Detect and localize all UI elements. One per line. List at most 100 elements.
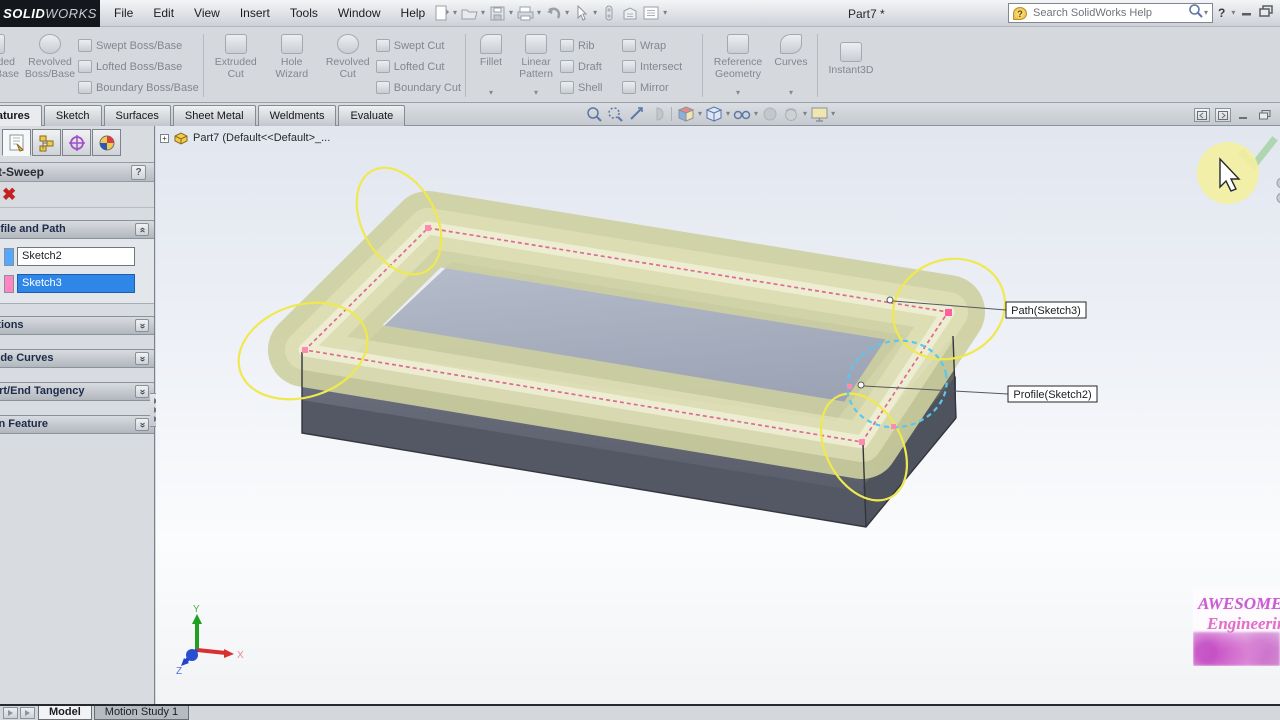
section-options[interactable]: Options »: [0, 316, 154, 335]
boundary-boss-base-button[interactable]: Boundary Boss/Base: [78, 77, 199, 98]
scene-caret[interactable]: ▾: [831, 110, 835, 118]
print-icon[interactable]: [516, 4, 534, 22]
shell-button[interactable]: Shell: [560, 77, 622, 98]
search-scope-caret[interactable]: ▾: [1204, 9, 1208, 17]
app-help-caret[interactable]: ▾: [1231, 9, 1235, 17]
print-caret[interactable]: ▾: [537, 9, 541, 17]
curves-caret[interactable]: ▾: [789, 88, 793, 97]
previous-view-icon[interactable]: [627, 105, 645, 123]
view-orientation-icon[interactable]: [677, 105, 695, 123]
section-guide-curves[interactable]: Guide Curves »: [0, 349, 154, 368]
boundary-cut-button[interactable]: Boundary Cut: [375, 77, 461, 98]
swept-boss-base-button[interactable]: Swept Boss/Base: [78, 35, 199, 56]
shadows-icon[interactable]: [761, 105, 779, 123]
intersect-button[interactable]: Intersect: [622, 56, 698, 77]
fillet-button[interactable]: Fillet ▾: [470, 32, 512, 98]
restore-button[interactable]: [1259, 4, 1274, 22]
section-start-end-tangency[interactable]: Start/End Tangency »: [0, 382, 154, 401]
reference-geometry-caret[interactable]: ▾: [736, 88, 740, 97]
tab-sketch[interactable]: Sketch: [43, 105, 102, 126]
tree-expand-icon[interactable]: +: [160, 133, 169, 143]
mirror-button[interactable]: Mirror: [622, 77, 698, 98]
expand-section-button[interactable]: »: [135, 352, 149, 365]
tab-weldments[interactable]: Weldments: [257, 105, 337, 126]
new-caret[interactable]: ▾: [453, 9, 457, 17]
revolved-boss-base-button[interactable]: Revolved Boss/Base: [22, 32, 78, 98]
search-input[interactable]: Search SolidWorks Help: [1027, 7, 1188, 19]
open-caret[interactable]: ▾: [481, 9, 485, 17]
tab-features[interactable]: Features: [0, 105, 42, 126]
search-help-box[interactable]: ? Search SolidWorks Help ▾: [1008, 3, 1213, 23]
reference-geometry-button[interactable]: Reference Geometry ▾: [707, 32, 769, 98]
pm-help-button[interactable]: ?: [131, 165, 146, 180]
select-icon[interactable]: [572, 4, 590, 22]
app-help-icon[interactable]: ?: [1218, 6, 1225, 20]
extruded-boss-base-button[interactable]: Extruded Boss/Base: [0, 32, 22, 98]
hole-wizard-button[interactable]: Hole Wizard: [264, 32, 320, 98]
menu-tools[interactable]: Tools: [280, 0, 328, 27]
search-icon[interactable]: [1188, 3, 1204, 24]
fillet-caret[interactable]: ▾: [489, 88, 493, 97]
cancel-icon[interactable]: ✖: [2, 185, 16, 205]
collapse-section-button[interactable]: «: [135, 223, 149, 236]
path-selection-field[interactable]: Sketch3: [17, 274, 135, 293]
swept-cut-button[interactable]: Swept Cut: [375, 35, 461, 56]
hide-show-items-icon[interactable]: [733, 105, 751, 123]
hide-show-items-caret[interactable]: ▾: [754, 110, 758, 118]
menu-help[interactable]: Help: [391, 0, 436, 27]
feature-manager-tree-tab[interactable]: [32, 129, 61, 156]
tab-motion-study-1[interactable]: Motion Study 1: [93, 706, 190, 720]
menu-view[interactable]: View: [184, 0, 230, 27]
instant3d-button[interactable]: Instant3D: [822, 32, 880, 98]
tree-root-label[interactable]: Part7 (Default<<Default>_...: [193, 132, 330, 144]
lofted-cut-button[interactable]: Lofted Cut: [375, 56, 461, 77]
next-study-button[interactable]: [20, 707, 35, 719]
tab-surfaces[interactable]: Surfaces: [103, 105, 171, 126]
tab-sheet-metal[interactable]: Sheet Metal: [172, 105, 256, 126]
expand-section-button[interactable]: »: [135, 385, 149, 398]
linear-pattern-caret[interactable]: ▾: [534, 88, 538, 97]
revolved-cut-button[interactable]: Revolved Cut: [320, 32, 376, 98]
tab-evaluate[interactable]: Evaluate: [338, 105, 406, 126]
curves-button[interactable]: Curves ▾: [769, 32, 813, 98]
configuration-manager-tab[interactable]: [62, 129, 91, 156]
zoom-to-fit-icon[interactable]: [585, 105, 603, 123]
menu-file[interactable]: File: [104, 0, 143, 27]
section-thin-feature[interactable]: Thin Feature »: [0, 415, 154, 434]
file-properties-icon[interactable]: [621, 4, 639, 22]
lofted-boss-base-button[interactable]: Lofted Boss/Base: [78, 56, 199, 77]
doc-minimize-button[interactable]: [1236, 108, 1252, 122]
graphics-area[interactable]: Path(Sketch3) Profile(Sketch2) Y X Z + P…: [156, 126, 1280, 706]
options-caret[interactable]: ▾: [663, 9, 667, 17]
display-style-icon[interactable]: [705, 105, 723, 123]
feature-tree-flyout[interactable]: + Part7 (Default<<Default>_...: [160, 131, 330, 145]
new-document-icon[interactable]: [432, 4, 450, 22]
expand-section-button[interactable]: »: [135, 418, 149, 431]
prev-study-button[interactable]: [3, 707, 18, 719]
menu-insert[interactable]: Insert: [230, 0, 280, 27]
pane-right-icon[interactable]: [1215, 108, 1231, 122]
draft-button[interactable]: Draft: [560, 56, 622, 77]
rebuild-icon[interactable]: [600, 4, 618, 22]
doc-restore-button[interactable]: [1257, 108, 1273, 122]
minimize-button[interactable]: [1241, 4, 1253, 22]
extruded-cut-button[interactable]: Extruded Cut: [208, 32, 264, 98]
pane-left-icon[interactable]: [1194, 108, 1210, 122]
section-profile-and-path[interactable]: Profile and Path «: [0, 220, 154, 239]
menu-window[interactable]: Window: [328, 0, 391, 27]
undo-caret[interactable]: ▾: [565, 9, 569, 17]
zoom-to-area-icon[interactable]: [606, 105, 624, 123]
save-icon[interactable]: [488, 4, 506, 22]
wrap-button[interactable]: Wrap: [622, 35, 698, 56]
menu-edit[interactable]: Edit: [143, 0, 184, 27]
save-caret[interactable]: ▾: [509, 9, 513, 17]
appearances-caret[interactable]: ▾: [803, 110, 807, 118]
undo-icon[interactable]: [544, 4, 562, 22]
profile-selection-field[interactable]: Sketch2: [17, 247, 135, 266]
view-orientation-caret[interactable]: ▾: [698, 110, 702, 118]
options-icon[interactable]: [642, 4, 660, 22]
expand-section-button[interactable]: »: [135, 319, 149, 332]
appearances-icon[interactable]: [782, 105, 800, 123]
open-icon[interactable]: [460, 4, 478, 22]
property-manager-tab[interactable]: [2, 129, 31, 156]
